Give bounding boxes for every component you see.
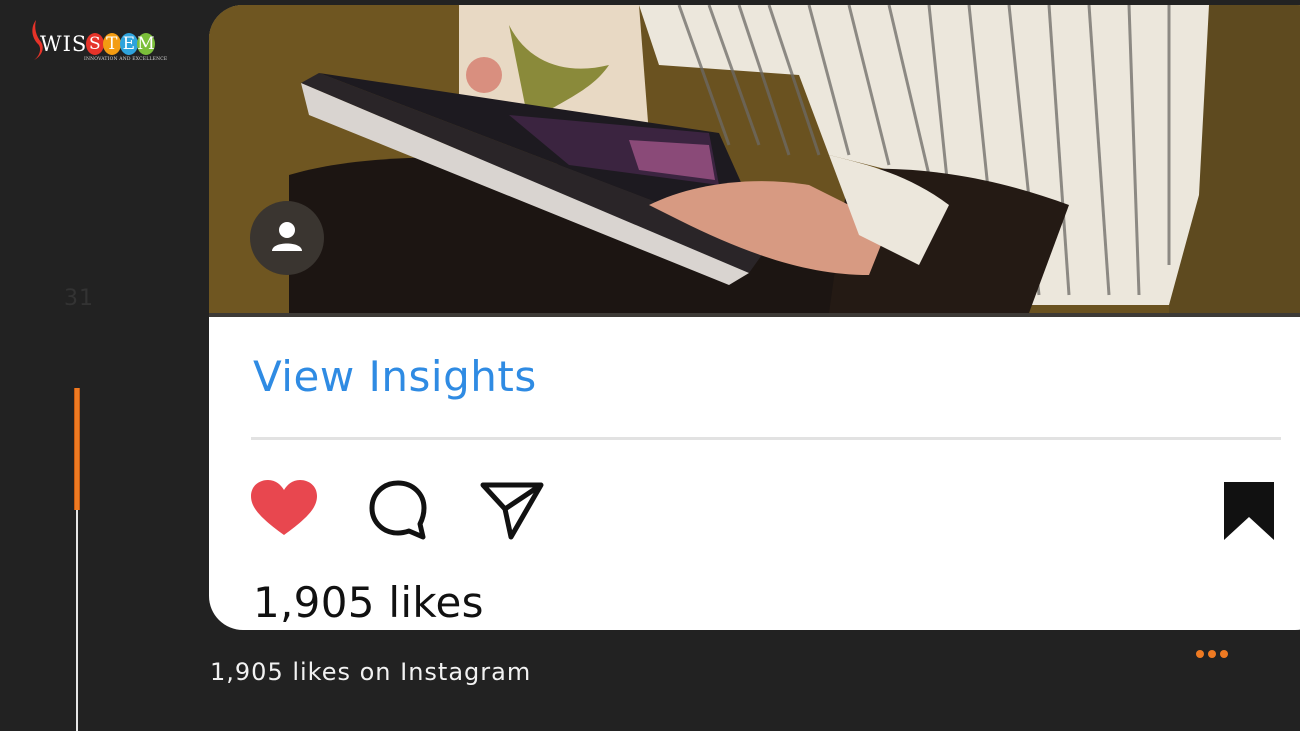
more-dots-icon[interactable] — [1194, 646, 1230, 662]
slide-number: 31 — [64, 286, 94, 311]
profile-avatar[interactable] — [250, 201, 324, 275]
person-icon — [272, 222, 302, 251]
slide-progress-bar — [74, 388, 80, 510]
view-insights-link[interactable]: View Insights — [253, 352, 537, 401]
instagram-post-screenshot: View Insights 1,905 likes — [209, 5, 1300, 630]
comment-icon[interactable] — [365, 477, 431, 543]
post-photo-illustration — [209, 5, 1300, 313]
slide-caption: 1,905 likes on Instagram — [210, 658, 532, 686]
likes-count: 1,905 likes — [253, 578, 484, 627]
brand-letter-s: S — [86, 33, 105, 55]
brand-letter-m: M — [137, 33, 156, 55]
brand-tagline: INNOVATION AND EXCELLENCE — [84, 57, 168, 62]
post-photo — [209, 5, 1300, 313]
brand-letter-t: T — [103, 33, 122, 55]
heart-icon[interactable] — [249, 479, 319, 539]
brand-wordmark: WIS S T E M — [40, 32, 156, 56]
share-icon[interactable] — [479, 479, 545, 541]
bookmark-icon[interactable] — [1221, 479, 1277, 543]
divider — [251, 437, 1281, 440]
brand-letter-e: E — [120, 33, 139, 55]
brand-logo: WIS S T E M INNOVATION AND EXCELLENCE — [28, 18, 168, 68]
brand-prefix: WIS — [40, 32, 88, 56]
photo-divider — [209, 313, 1300, 317]
